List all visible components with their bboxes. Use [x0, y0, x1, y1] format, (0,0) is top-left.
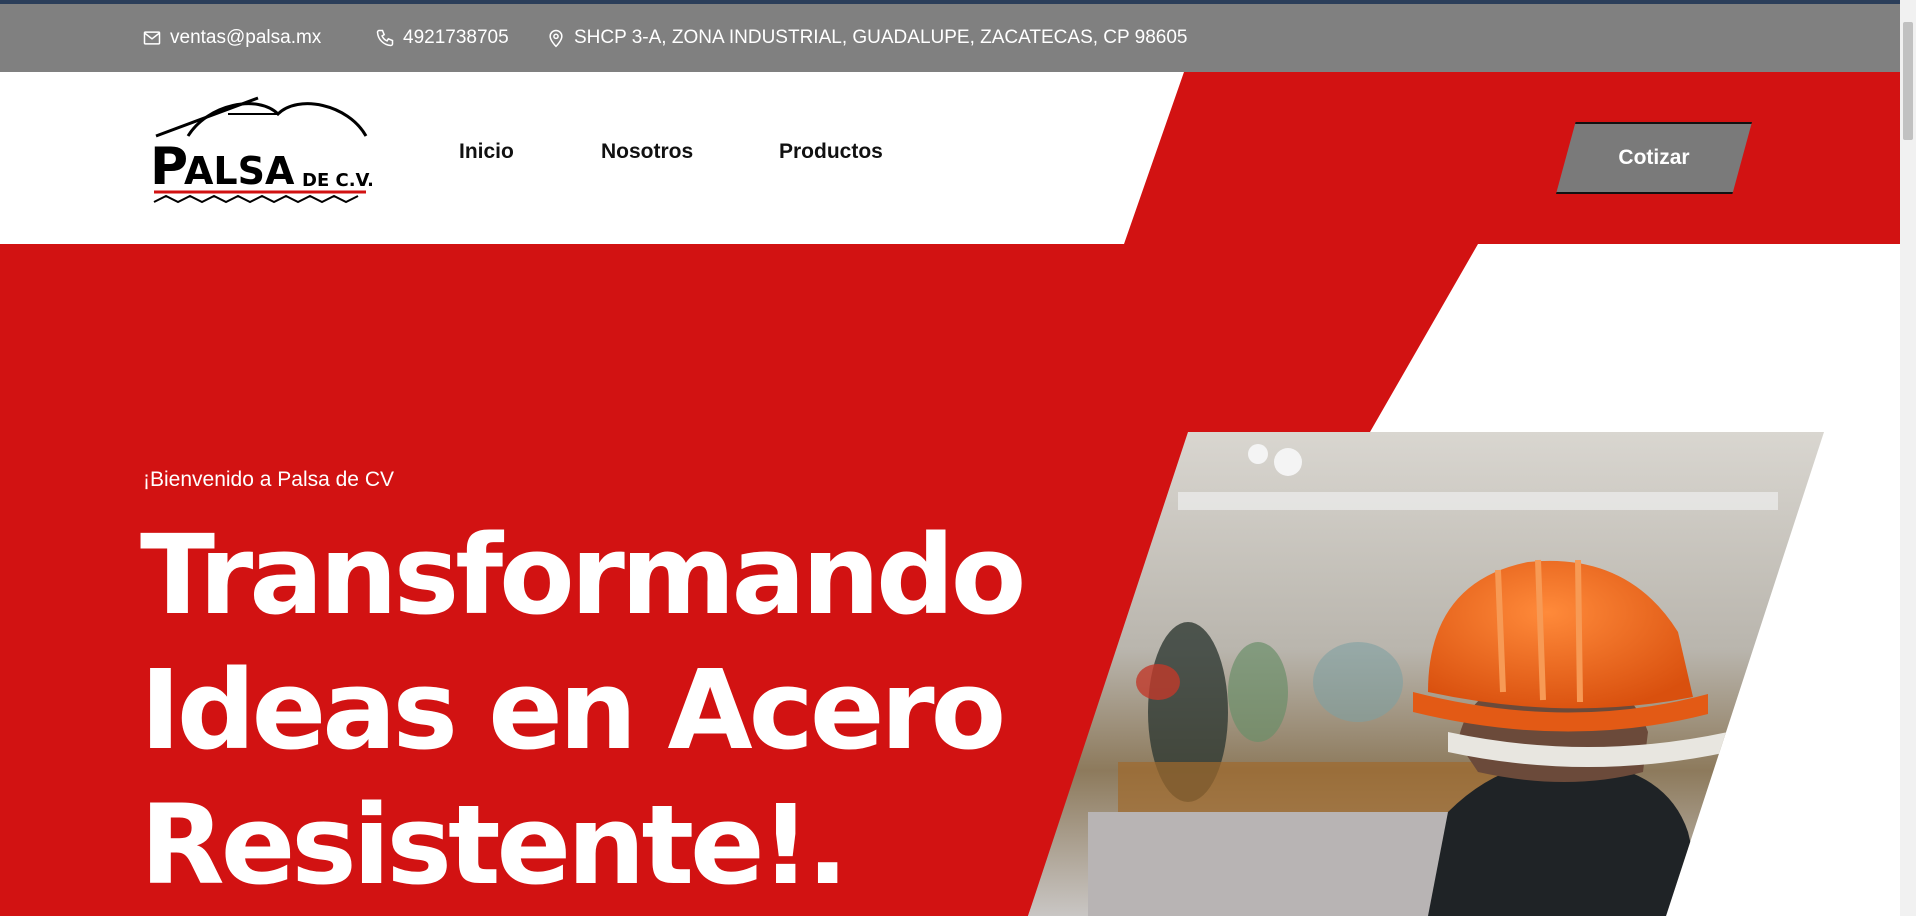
hero-title-line-3: Resistente!.	[140, 781, 849, 909]
hero-title-line-2: Ideas en Acero	[140, 646, 1006, 774]
svg-text:P: P	[150, 137, 188, 197]
hero-worker-image	[1028, 432, 1824, 916]
address-text: SHCP 3-A, ZONA INDUSTRIAL, GUADALUPE, ZA…	[574, 27, 1188, 48]
nav-nosotros[interactable]: Nosotros	[601, 140, 693, 164]
phone-text: 4921738705	[403, 27, 509, 48]
nav-inicio[interactable]: Inicio	[459, 140, 514, 164]
cotizar-button[interactable]: Cotizar	[1556, 122, 1752, 194]
scrollbar-thumb[interactable]	[1903, 22, 1913, 140]
hero-title-line-1: Transformando	[140, 511, 1026, 639]
hero-title: Transformando Ideas en Acero Resistente!…	[140, 508, 1120, 913]
phone-icon	[376, 29, 394, 47]
nav-productos[interactable]: Productos	[779, 140, 883, 164]
hero-welcome-text: ¡Bienvenido a Palsa de CV	[143, 468, 394, 491]
svg-text:DE C.V.: DE C.V.	[302, 170, 372, 191]
address-contact: SHCP 3-A, ZONA INDUSTRIAL, GUADALUPE, ZA…	[546, 4, 1187, 72]
map-pin-icon	[549, 29, 563, 48]
phone-contact[interactable]: 4921738705	[375, 4, 509, 72]
svg-text:ALSA: ALSA	[184, 149, 295, 193]
contact-topbar: ventas@palsa.mx 4921738705 SHCP 3-A, ZON…	[0, 4, 1900, 72]
palsa-logo[interactable]: P ALSA DE C.V.	[148, 94, 372, 212]
email-text: ventas@palsa.mx	[170, 27, 322, 48]
email-contact[interactable]: ventas@palsa.mx	[142, 4, 321, 72]
envelope-icon	[143, 31, 161, 45]
